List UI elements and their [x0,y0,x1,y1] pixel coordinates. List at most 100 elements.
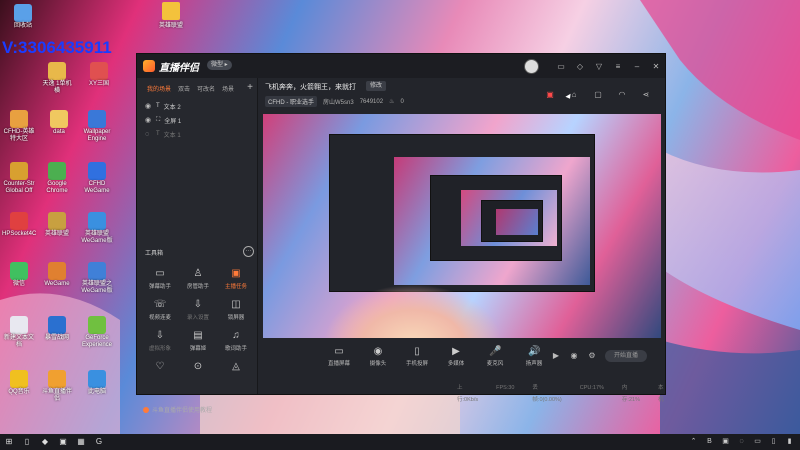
bottom-tool-button[interactable]: ▶ 多媒体 [444,346,468,367]
tab-scene-4[interactable]: 场景 [222,84,234,93]
desktop-icon[interactable]: Counter-Str Global Off [2,162,36,195]
bottom-tool-button[interactable]: 🎤 麦克风 [483,346,507,367]
taskbar-app-icon[interactable]: ▣ [58,437,68,447]
tray-icon[interactable]: ◌ [737,437,746,447]
taskbar-app-icon[interactable]: ⊞ [4,437,14,447]
settings-gear-icon[interactable]: ⚙ [587,351,597,361]
toolbox-grid: ▭ 弹幕助手 ♙ 房管助手 ▣ 主播任务 ☏ 视频连麦 ⇩ 录入设置 ◫ 锁屏器 ⇩ 虚拟形象 ▤ 弹幕姬 ♫ 歌… [141,268,255,375]
minimize-icon[interactable]: – [632,62,642,72]
tray-icon[interactable]: ▭ [753,437,762,447]
bottom-tool-icon: 🎤 [489,346,502,357]
desktop-icon[interactable]: 英雄联盟之 WeGame版 [80,262,114,295]
desktop-icon[interactable]: CFHD WeGame [80,162,114,195]
tool-item[interactable]: ♫ 歌词助手 [217,330,255,352]
tab-scene-3[interactable]: 可改名 [197,84,215,93]
tool-item[interactable]: ▣ 主播任务 [217,268,255,290]
bell-icon[interactable]: ◠ [617,90,627,100]
tool-item[interactable]: ◫ 锁屏器 [217,299,255,321]
tutorial-link[interactable]: 斗鱼直播伴侣使用教程 [143,405,212,414]
skin-icon[interactable]: ◇ [575,62,585,72]
desktop-icon-league[interactable]: 英雄联盟 [156,2,186,29]
bottom-tool-button[interactable]: ▭ 直播屏幕 [327,346,351,367]
tool-item[interactable]: ♙ 房管助手 [179,268,217,290]
record-icon[interactable]: ▣ [545,90,555,100]
desktop-icon[interactable]: CFHD-英雄 特大区 [2,110,36,143]
tool-item[interactable]: ⇩ 虚拟形象 [141,330,179,352]
scene-tabs: 我的场景 双击 可改名 场景 [137,78,257,95]
desktop-icon[interactable]: 斗鱼直播伴侣 [40,370,74,403]
screenshot-icon[interactable]: ▢ [593,90,603,100]
desktop-icon-label: Counter-Str Global Off [3,181,35,194]
tab-scene-2[interactable]: 双击 [178,84,190,93]
more-tools-button[interactable]: ··· [243,246,254,257]
app-icon [10,262,28,280]
category-tag[interactable]: CFHD - 职业选手 [265,96,317,107]
desktop-icon[interactable]: XY三国 [82,62,116,88]
message-icon[interactable]: ▭ [556,62,566,72]
app-icon [48,262,66,280]
desktop-icon[interactable]: 回收站 [6,4,40,30]
version-badge[interactable]: 微型 ▸ [207,60,232,70]
desktop-icon[interactable]: 英雄联盟 [40,212,74,238]
desktop-icon[interactable]: data [42,110,76,136]
desktop-icon[interactable]: Google Chrome [40,162,74,195]
camera-icon[interactable]: ▶ [551,351,561,361]
view-icon[interactable]: ◉ [569,351,579,361]
tool-label: 主播任务 [224,284,247,290]
eye-off-icon[interactable]: ◌ [145,131,152,138]
start-live-button[interactable]: 开始直播 [605,350,647,362]
desktop-icon[interactable]: 天逸 1单机横 [40,62,74,95]
bottom-tool-button[interactable]: ◉ 摄像头 [366,346,390,367]
app-icon [10,212,28,230]
share-icon[interactable]: ⋖ [641,90,651,100]
tray-icon[interactable]: ▯ [769,437,778,447]
tool-item[interactable]: ▤ 弹幕姬 [179,330,217,352]
taskbar-app-icon[interactable]: ▯ [22,437,32,447]
tray-icon[interactable]: B [705,437,714,447]
desktop-icon-label: CFHD WeGame [84,181,110,194]
shirt-icon[interactable]: ▽ [594,62,604,72]
user-avatar[interactable] [524,59,539,74]
tool-label: 弹幕姬 [189,346,207,352]
tab-scene-mine[interactable]: 我的场景 [147,84,171,93]
desktop-icon[interactable]: HPSocket4C [2,212,36,238]
menu-icon[interactable]: ≡ [613,62,623,72]
desktop-icon[interactable]: 微信 [2,262,36,288]
tool-item[interactable]: ⇩ 录入设置 [179,299,217,321]
tool-item[interactable]: ☏ 视频连麦 [141,299,179,321]
status-bar: 上行:0Kb/s FPS:30 丢帧:0(0.00%) CPU:17% 内存:21% 本机 [257,382,665,403]
stream-preview[interactable] [263,114,661,338]
status-item: 内存:21% [621,385,640,403]
desktop-icon[interactable]: WeGame [40,262,74,288]
close-icon[interactable]: ✕ [651,62,661,72]
desktop-icon[interactable]: QQ音乐 [2,370,36,396]
bottom-tool-button[interactable]: 🔊 扬声器 [522,346,546,367]
bottom-tool-button[interactable]: ▯ 手机投屏 [405,346,429,367]
edit-title-button[interactable]: 修改 [366,81,387,91]
source-item[interactable]: ◉ ⛶ 全屏 1 [137,113,257,127]
tool-item[interactable]: ♡ [141,361,179,375]
desktop-icon[interactable]: 新建文本文档 [2,316,36,349]
taskbar-app-icon[interactable]: G [94,437,104,447]
tool-label: 弹幕助手 [148,284,171,290]
source-item[interactable]: ◌ T 文本 1 [137,127,257,141]
desktop-icon[interactable]: 此电脑 [80,370,114,396]
tool-item[interactable]: ▭ 弹幕助手 [141,268,179,290]
tool-icon: ◬ [232,361,240,372]
tool-item[interactable]: ◬ [217,361,255,375]
tray-icon[interactable]: ▮ [785,437,794,447]
add-scene-button[interactable]: + [247,82,253,93]
desktop-icon[interactable]: Wallpaper Engine [80,110,114,143]
taskbar-app-icon[interactable]: ▦ [76,437,86,447]
desktop-icon[interactable]: 英雄联盟 WeGame版 [80,212,114,245]
taskbar-app-icon[interactable]: ◆ [40,437,50,447]
tool-item[interactable]: ⊙ [179,361,217,375]
tray-icon[interactable]: ▣ [721,437,730,447]
desktop-icon[interactable]: GeForce Experience [80,316,114,349]
source-item[interactable]: ◉ T 文本 2 [137,99,257,113]
desktop-icon[interactable]: 暴雪战网 [40,316,74,342]
tray-icon[interactable]: ⌃ [689,437,698,447]
live-controls: ▶ ◉ ⚙ 开始直播 [551,350,647,362]
eye-icon[interactable]: ◉ [145,116,152,124]
eye-icon[interactable]: ◉ [145,102,152,110]
